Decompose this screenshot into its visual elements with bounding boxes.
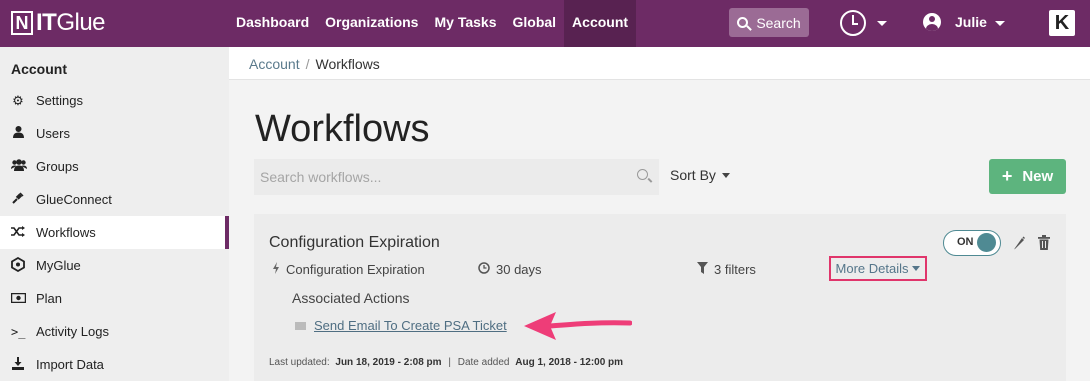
associated-action-item: Send Email To Create PSA Ticket — [295, 318, 507, 333]
toggle-knob — [977, 233, 996, 252]
search-button-label: Search — [756, 14, 801, 31]
caret-down-icon — [721, 172, 730, 178]
date-added-label: Date added — [457, 357, 510, 368]
workflow-trigger: Configuration Expiration — [272, 262, 425, 277]
sidebar: Account ⚙ Settings Users Groups GlueConn… — [0, 47, 229, 381]
itglue-logo[interactable]: N ITGlue — [11, 9, 106, 37]
associated-actions-heading: Associated Actions — [292, 290, 410, 306]
breadcrumb-account-link[interactable]: Account — [249, 56, 300, 72]
sidebar-item-label: Workflows — [36, 225, 96, 240]
plug-icon — [11, 192, 25, 207]
user-menu[interactable]: Julie — [923, 13, 987, 31]
nav-my-tasks[interactable]: My Tasks — [426, 0, 504, 47]
sidebar-item-label: Activity Logs — [36, 324, 109, 339]
breadcrumb-current: Workflows — [315, 56, 380, 72]
nav-global[interactable]: Global — [504, 0, 564, 47]
clock-icon — [478, 262, 490, 277]
nav-account[interactable]: Account — [564, 0, 637, 47]
annotation-arrow — [524, 312, 632, 340]
sidebar-item-workflows[interactable]: Workflows — [0, 216, 229, 249]
sort-by-label: Sort By — [670, 167, 716, 183]
page-title: Workflows — [255, 108, 430, 150]
sidebar-item-glueconnect[interactable]: GlueConnect — [0, 183, 229, 216]
terminal-icon: >_ — [11, 324, 26, 339]
more-details-label: More Details — [835, 261, 909, 276]
envelope-icon — [295, 321, 306, 330]
search-workflows-input[interactable] — [254, 159, 659, 195]
breadcrumb: Account / Workflows — [249, 56, 380, 72]
sidebar-item-label: Users — [36, 126, 70, 141]
sidebar-item-label: Settings — [36, 93, 83, 108]
sort-by-dropdown[interactable]: Sort By — [670, 167, 730, 183]
nav-dashboard[interactable]: Dashboard — [228, 0, 317, 47]
last-updated-label: Last updated: — [269, 357, 330, 368]
users-icon — [11, 159, 27, 174]
money-icon — [10, 291, 27, 306]
sidebar-item-groups[interactable]: Groups — [0, 150, 229, 183]
timestamp-divider: | — [448, 357, 451, 368]
filters-label: 3 filters — [714, 262, 756, 277]
trigger-label: Configuration Expiration — [286, 262, 425, 277]
duration-label: 30 days — [496, 262, 542, 277]
sidebar-item-myglue[interactable]: MyGlue — [0, 249, 229, 282]
shuffle-icon — [11, 225, 25, 240]
sidebar-item-label: Groups — [36, 159, 79, 174]
edit-icon[interactable] — [1013, 235, 1025, 250]
search-icon — [737, 17, 749, 28]
sidebar-item-label: Import Data — [36, 357, 104, 372]
logo-text: ITGlue — [36, 9, 106, 36]
user-circle-icon — [923, 13, 941, 31]
breadcrumb-separator: / — [305, 56, 310, 72]
sidebar-item-label: GlueConnect — [36, 192, 112, 207]
date-added-value: Aug 1, 2018 - 12:00 pm — [515, 357, 624, 368]
send-email-action-link[interactable]: Send Email To Create PSA Ticket — [314, 318, 507, 333]
filter-icon — [697, 262, 708, 277]
main-nav: Dashboard Organizations My Tasks Global … — [228, 0, 637, 47]
sidebar-item-activity-logs[interactable]: >_ Activity Logs — [0, 315, 229, 348]
breadcrumb-bar: Account / Workflows — [229, 47, 1090, 80]
search-button[interactable]: Search — [729, 8, 809, 37]
user-name: Julie — [955, 14, 987, 30]
plus-icon: + — [1001, 166, 1013, 186]
user-icon — [11, 126, 25, 141]
top-navbar: N ITGlue Dashboard Organizations My Task… — [0, 0, 1090, 47]
workflow-card: Configuration Expiration Configuration E… — [254, 214, 1066, 381]
more-details-button[interactable]: More Details — [829, 256, 927, 281]
workflow-toggle[interactable]: ON — [943, 230, 1001, 256]
gear-icon: ⚙ — [12, 92, 24, 108]
workflow-filters: 3 filters — [697, 262, 756, 277]
user-menu-chevron-icon[interactable] — [995, 21, 1005, 26]
sidebar-item-import-data[interactable]: Import Data — [0, 348, 229, 381]
sidebar-title: Account — [11, 61, 67, 77]
caret-down-icon — [912, 266, 921, 271]
last-updated-value: Jun 18, 2019 - 2:08 pm — [335, 357, 442, 368]
bolt-icon — [272, 262, 280, 277]
app-switcher-icon[interactable]: K — [1049, 10, 1075, 36]
sidebar-item-label: Plan — [36, 291, 63, 306]
sidebar-item-settings[interactable]: ⚙ Settings — [0, 84, 229, 117]
new-workflow-button[interactable]: + New — [989, 159, 1066, 194]
sidebar-item-plan[interactable]: Plan — [0, 282, 229, 315]
clock-icon[interactable] — [840, 10, 866, 36]
workflow-timestamps: Last updated: Jun 18, 2019 - 2:08 pm | D… — [269, 357, 623, 368]
hexagon-icon — [11, 256, 25, 275]
download-icon — [11, 356, 25, 373]
sidebar-item-label: MyGlue — [36, 258, 81, 273]
toggle-label: ON — [957, 236, 974, 248]
workflow-title[interactable]: Configuration Expiration — [269, 234, 440, 252]
workflow-duration: 30 days — [478, 262, 542, 277]
sidebar-item-users[interactable]: Users — [0, 117, 229, 150]
new-button-label: New — [1022, 168, 1054, 185]
logo-mark: N — [11, 11, 33, 35]
trash-icon[interactable] — [1038, 235, 1050, 250]
search-icon — [637, 169, 648, 180]
chevron-down-icon[interactable] — [877, 21, 887, 26]
nav-organizations[interactable]: Organizations — [317, 0, 426, 47]
